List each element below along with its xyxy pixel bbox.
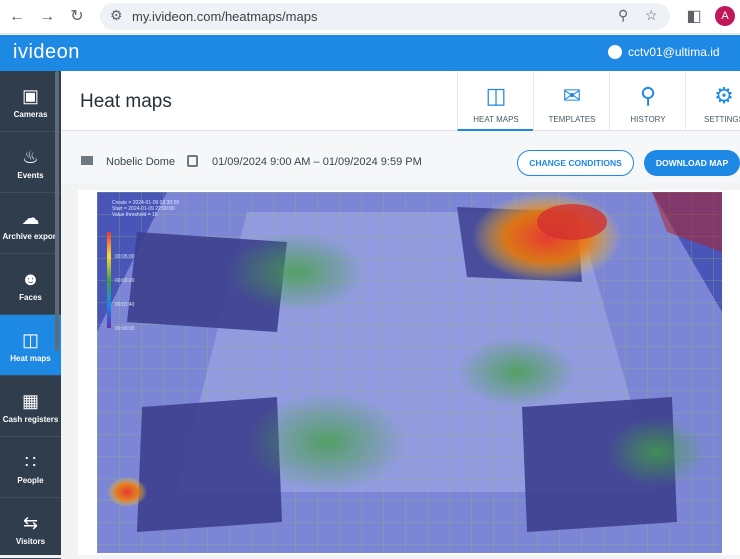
sidebar-item-heat-maps[interactable]: ◫ Heat maps — [0, 315, 61, 376]
search-icon: ⚲ — [639, 83, 657, 108]
cloud-download-icon: ☁ — [21, 208, 40, 228]
sidebar-item-label: Cameras — [13, 110, 48, 119]
camera-name: Nobelic Dome — [106, 156, 176, 168]
people-icon: ∷ — [24, 452, 37, 472]
heatmap-image[interactable]: Create = 2024-01-09 03:30:00 Start = 202… — [97, 192, 722, 553]
sidebar-item-cash-registers[interactable]: ▦ Cash registers — [0, 376, 61, 437]
legend-tick: 00:03:20 — [115, 278, 135, 284]
bell-icon: ♨ — [22, 147, 39, 167]
sidebar-item-label: Visitors — [15, 537, 46, 546]
tab-label: SETTINGS — [703, 115, 740, 124]
legend-tick: 00:00:00 — [115, 326, 135, 332]
browser-toolbar: ← → ↻ ⚙ my.ivideon.com/heatmaps/maps ⚲ ☆… — [0, 0, 740, 34]
reload-icon[interactable]: ↻ — [66, 6, 88, 28]
heatmap-panel: Create = 2024-01-09 03:30:00 Start = 202… — [78, 190, 740, 555]
tab-settings[interactable]: ⚙ SETTINGS — [685, 71, 740, 131]
site-settings-icon[interactable]: ⚙ — [110, 7, 123, 24]
calendar-icon — [187, 155, 198, 167]
back-arrow-icon[interactable]: ← — [6, 6, 28, 28]
app-header: ivideon cctv01@ultima.id — [0, 35, 740, 71]
tab-heat-maps[interactable]: ◫ HEAT MAPS — [457, 71, 533, 131]
tab-label: HEAT MAPS — [473, 115, 519, 124]
download-map-button[interactable]: DOWNLOAD MAP — [644, 150, 740, 176]
ivideon-logo[interactable]: ivideon — [13, 41, 80, 64]
camera-icon: ▣ — [21, 86, 39, 106]
sidebar-item-label: Faces — [19, 293, 42, 302]
zoom-icon[interactable]: ⚲ — [618, 7, 628, 24]
sidebar-item-cameras[interactable]: ▣ Cameras — [0, 71, 61, 132]
sidebar-item-label: Heat maps — [10, 354, 51, 363]
sidebar-item-people[interactable]: ∷ People — [0, 437, 61, 498]
sidebar-item-label: Cash registers — [2, 415, 59, 424]
heat-map-icon: ◫ — [21, 330, 39, 350]
side-panel-icon[interactable]: ◧ — [683, 6, 705, 28]
sidebar-item-visitors[interactable]: ⇆ Visitors — [0, 498, 61, 559]
filter-bar: Nobelic Dome 01/09/2024 9:00 AM – 01/09/… — [61, 131, 740, 183]
sidebar-item-label: People — [17, 476, 44, 485]
overlay-line: Value threshold = 15 — [112, 212, 158, 218]
sidebar-item-label: Events — [17, 171, 44, 180]
video-camera-icon — [81, 156, 93, 165]
face-scan-icon: ☻ — [21, 269, 40, 289]
heatmap-graphic — [97, 192, 722, 553]
tab-label: TEMPLATES — [548, 115, 596, 124]
legend-tick: 00:05:00 — [115, 254, 135, 260]
address-bar[interactable]: ⚙ my.ivideon.com/heatmaps/maps ⚲ ☆ — [100, 3, 670, 30]
sidebar-item-faces[interactable]: ☻ Faces — [0, 254, 61, 315]
heatmap-overlay-info: Create = 2024-01-09 03:30:00 Start = 202… — [112, 200, 179, 218]
sidebar: ▣ Cameras ♨ Events ☁ Archive export ☻ Fa… — [0, 71, 61, 559]
cash-register-icon: ▦ — [21, 391, 39, 411]
date-range: 01/09/2024 9:00 AM – 01/09/2024 9:59 PM — [212, 156, 422, 168]
heatmap-legend-bar — [107, 232, 111, 328]
sidebar-scrollbar[interactable] — [55, 71, 59, 351]
change-conditions-button[interactable]: CHANGE CONDITIONS — [517, 150, 634, 176]
visitors-arrows-icon: ⇆ — [22, 513, 39, 533]
url-text: my.ivideon.com/heatmaps/maps — [132, 9, 318, 24]
forward-arrow-icon[interactable]: → — [36, 6, 58, 28]
profile-avatar[interactable]: A — [715, 6, 735, 26]
sidebar-item-label: Archive export — [2, 232, 59, 241]
sidebar-item-events[interactable]: ♨ Events — [0, 132, 61, 193]
heat-map-icon: ◫ — [485, 83, 507, 108]
tab-label: HISTORY — [630, 115, 666, 124]
user-icon — [608, 45, 622, 59]
tab-history[interactable]: ⚲ HISTORY — [609, 71, 685, 131]
legend-tick: 00:01:40 — [115, 302, 135, 308]
envelope-icon: ✉ — [562, 83, 582, 108]
bookmark-star-icon[interactable]: ☆ — [645, 7, 658, 24]
gear-icon: ⚙ — [714, 83, 734, 108]
user-email: cctv01@ultima.id — [628, 45, 720, 59]
sidebar-item-archive-export[interactable]: ☁ Archive export — [0, 193, 61, 254]
page-header: Heat maps ◫ HEAT MAPS ✉ TEMPLATES ⚲ HIST… — [61, 71, 740, 131]
page-title: Heat maps — [80, 91, 172, 112]
tab-templates[interactable]: ✉ TEMPLATES — [533, 71, 609, 131]
user-account[interactable]: cctv01@ultima.id — [608, 45, 720, 59]
